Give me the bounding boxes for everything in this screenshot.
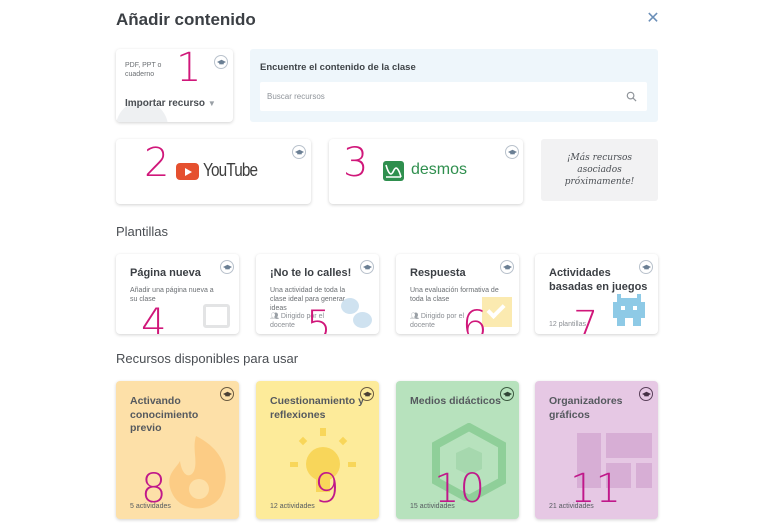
graduation-cap-icon xyxy=(500,387,514,401)
annotation-number: 9 xyxy=(314,466,340,512)
youtube-card[interactable]: 2 YouTube xyxy=(116,139,311,204)
graduation-cap-icon xyxy=(360,387,374,401)
template-title: ¡No te lo calles! xyxy=(270,267,352,279)
graduation-cap-icon xyxy=(500,260,514,274)
graduation-cap-icon xyxy=(505,145,519,159)
dialog-title: Añadir contenido xyxy=(116,10,256,29)
search-heading: Encuentre el contenido de la clase xyxy=(260,62,416,73)
import-resource-card[interactable]: PDF, PPT o cuaderno 1 Importar recurso ▼ xyxy=(116,49,233,122)
edit-page-icon xyxy=(203,304,230,328)
graduation-cap-icon xyxy=(292,145,306,159)
resource-title: Cuestionamiento y reflexiones xyxy=(270,395,364,421)
graduation-cap-icon xyxy=(639,260,653,274)
resource-meta: 5 actividades xyxy=(130,503,171,510)
dropdown-arrow-icon: ▼ xyxy=(207,99,216,108)
users-icon: 👥︎ xyxy=(410,313,419,320)
annotation-number: 4 xyxy=(141,301,167,334)
annotation-number: 2 xyxy=(144,140,170,186)
templates-heading: Plantillas xyxy=(116,224,169,239)
resource-card-graphic-organizers[interactable]: Organizadores gráficos 11 21 actividades xyxy=(535,381,658,519)
resource-meta: 15 actividades xyxy=(410,503,455,510)
graduation-cap-icon xyxy=(220,260,234,274)
chat-bubble-icon xyxy=(341,298,359,314)
search-placeholder: Buscar recursos xyxy=(267,92,325,101)
annotation-number: 7 xyxy=(573,303,599,334)
template-card-new-page[interactable]: Página nueva Añadir una página nueva a s… xyxy=(116,254,239,334)
annotation-number: 5 xyxy=(306,303,332,334)
resource-title: Activando conocimiento previo xyxy=(130,395,199,434)
template-title: Actividades basadas en juegos xyxy=(549,267,648,293)
youtube-logo-icon xyxy=(176,163,199,180)
template-card-games[interactable]: Actividades basadas en juegos 12 plantil… xyxy=(535,254,658,334)
template-title: Página nueva xyxy=(130,267,201,279)
resource-card-questioning[interactable]: Cuestionamiento y reflexiones 9 12 activ… xyxy=(256,381,379,519)
desmos-wordmark: desmos xyxy=(411,161,468,178)
resource-title: Medios didácticos xyxy=(410,395,502,407)
youtube-wordmark: YouTube xyxy=(203,160,258,180)
import-label: Importar recurso xyxy=(125,98,206,109)
flame-icon xyxy=(169,436,226,509)
coming-soon-text: ¡Más recursos asociados próximamente! xyxy=(564,153,635,187)
search-input[interactable]: Buscar recursos xyxy=(260,82,647,111)
import-dropdown[interactable]: Importar recurso ▼ xyxy=(125,98,216,109)
graduation-cap-icon xyxy=(639,387,653,401)
graduation-cap-icon xyxy=(220,387,234,401)
import-description: PDF, PPT o cuaderno xyxy=(125,62,162,78)
game-monster-icon xyxy=(613,294,645,326)
template-title: Respuesta xyxy=(410,267,466,279)
resource-meta: 21 actividades xyxy=(549,503,594,510)
resource-title: Organizadores gráficos xyxy=(549,395,623,421)
users-icon: 👥︎ xyxy=(270,313,279,320)
chat-bubble-icon xyxy=(353,312,372,328)
annotation-number: 3 xyxy=(343,140,369,186)
desmos-card[interactable]: 3 desmos xyxy=(329,139,523,204)
annotation-number: 1 xyxy=(176,49,202,91)
graduation-cap-icon xyxy=(214,55,228,69)
close-icon[interactable]: ✕ xyxy=(645,11,661,27)
coming-soon-panel: ¡Más recursos asociados próximamente! xyxy=(541,139,658,201)
resources-heading: Recursos disponibles para usar xyxy=(116,351,299,366)
template-card-response[interactable]: Respuesta Una evaluación formativa de to… xyxy=(396,254,519,334)
graduation-cap-icon xyxy=(360,260,374,274)
resource-meta: 12 actividades xyxy=(270,503,315,510)
search-panel: Encuentre el contenido de la clase Busca… xyxy=(250,49,658,122)
template-card-speak-up[interactable]: ¡No te lo calles! Una actividad de toda … xyxy=(256,254,379,334)
resource-card-media[interactable]: Medios didácticos 10 15 actividades xyxy=(396,381,519,519)
search-icon[interactable] xyxy=(626,91,637,102)
desmos-logo-icon xyxy=(383,161,404,181)
annotation-number: 6 xyxy=(462,303,488,334)
resource-card-prior-knowledge[interactable]: Activando conocimiento previo 8 5 activi… xyxy=(116,381,239,519)
